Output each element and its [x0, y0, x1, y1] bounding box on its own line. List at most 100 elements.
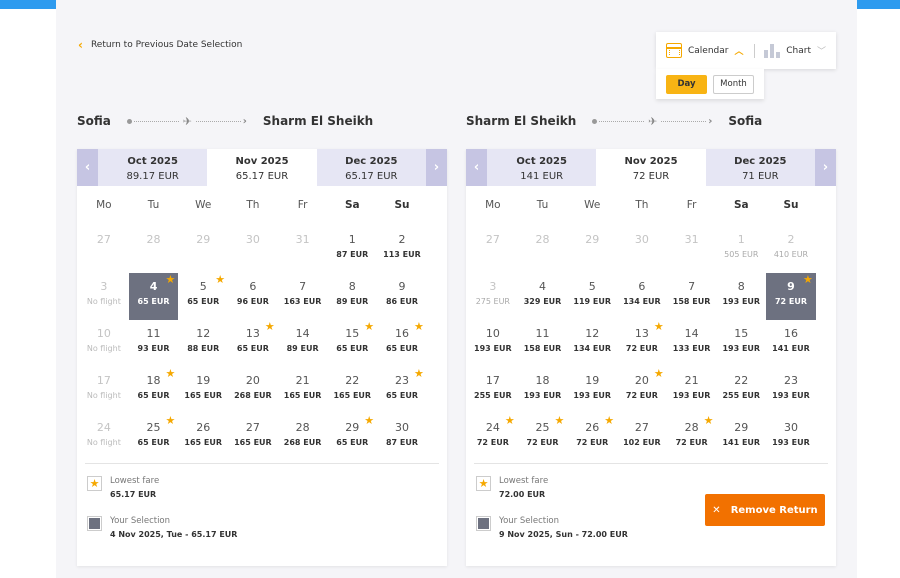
day-cell[interactable]: 13 65 EUR ★	[228, 320, 278, 367]
day-cell[interactable]: 12 134 EUR	[567, 320, 617, 367]
weekday-label: We	[584, 199, 601, 211]
day-cell[interactable]: 10 193 EUR	[468, 320, 518, 367]
day-number: 5	[588, 280, 596, 293]
month-tab[interactable]: Dec 2025 71 EUR	[705, 149, 815, 186]
day-price: 163 EUR	[283, 297, 322, 306]
prev-month-arrow-icon[interactable]: ‹	[466, 149, 487, 186]
day-cell[interactable]: 29 141 EUR	[716, 414, 766, 461]
day-cell[interactable]: 13 72 EUR ★	[617, 320, 667, 367]
day-cell[interactable]: 16 141 EUR	[766, 320, 816, 367]
day-price: 87 EUR	[385, 438, 418, 447]
chart-view-toggle[interactable]: Chart ﹀	[764, 43, 826, 58]
day-cell[interactable]: 17 255 EUR	[468, 367, 518, 414]
day-cell[interactable]: 15 193 EUR	[716, 320, 766, 367]
outbound-destination: Sharm El Sheikh	[262, 114, 374, 128]
day-cell-selected[interactable]: 4 65 EUR ★	[128, 273, 179, 320]
month-tab[interactable]: Dec 2025 65.17 EUR	[316, 149, 426, 186]
day-price: 72 EUR	[625, 344, 658, 353]
day-cell[interactable]: 18 193 EUR	[518, 367, 568, 414]
day-cell[interactable]: 29 65 EUR ★	[327, 414, 377, 461]
day-cell[interactable]: 6 96 EUR	[228, 273, 278, 320]
day-cell[interactable]: 14 133 EUR	[667, 320, 717, 367]
month-tab[interactable]: Oct 2025 141 EUR	[487, 149, 597, 186]
day-number: 14	[295, 327, 310, 340]
day-number: 7	[299, 280, 307, 293]
day-cell[interactable]: 8 89 EUR	[327, 273, 377, 320]
day-cell[interactable]: 6 134 EUR	[617, 273, 667, 320]
day-cell[interactable]: 1 87 EUR	[327, 226, 377, 273]
day-cell[interactable]: 20 268 EUR	[228, 367, 278, 414]
day-cell[interactable]: 5 119 EUR	[567, 273, 617, 320]
day-button[interactable]: Day	[666, 74, 707, 94]
month-tab-active[interactable]: Nov 2025 72 EUR	[596, 149, 706, 186]
return-destination: Sofia	[728, 114, 763, 128]
day-cell[interactable]: 4 329 EUR	[518, 273, 568, 320]
day-cell[interactable]: 8 193 EUR	[716, 273, 766, 320]
weekday-label: Sa	[733, 199, 749, 211]
day-cell[interactable]: 30 193 EUR	[766, 414, 816, 461]
month-tab-active[interactable]: Nov 2025 65.17 EUR	[207, 149, 317, 186]
month-tab[interactable]: Oct 2025 89.17 EUR	[98, 149, 208, 186]
legend-lowest-fare: ★ Lowest fare 72.00 EUR	[476, 476, 548, 499]
day-cell[interactable]: 26 165 EUR	[178, 414, 228, 461]
day-cell[interactable]: 25 65 EUR ★	[129, 414, 179, 461]
day-cell[interactable]: 20 72 EUR ★	[617, 367, 667, 414]
remove-return-label: Remove Return	[730, 504, 818, 516]
day-cell[interactable]: 16 65 EUR ★	[377, 320, 427, 367]
plane-icon: ✈	[648, 114, 658, 128]
day-cell[interactable]: 12 88 EUR	[178, 320, 228, 367]
legend-value: 9 Nov 2025, Sun - 72.00 EUR	[499, 530, 628, 539]
day-number: 12	[196, 327, 211, 340]
star-icon: ★	[653, 367, 664, 380]
day-number: 7	[688, 280, 696, 293]
day-number: 6	[638, 280, 646, 293]
day-price: 72 EUR	[526, 438, 559, 447]
remove-return-button[interactable]: ✕ Remove Return	[705, 494, 825, 526]
day-cell[interactable]: 23 193 EUR	[766, 367, 816, 414]
calendar-view-toggle[interactable]: Calendar ︿	[666, 43, 744, 58]
day-cell[interactable]: 21 165 EUR	[278, 367, 328, 414]
day-cell[interactable]: 11 158 EUR	[518, 320, 568, 367]
day-cell[interactable]: 21 193 EUR	[667, 367, 717, 414]
day-cell[interactable]: 9 86 EUR	[377, 273, 427, 320]
day-cell: 17 No flight	[79, 367, 129, 414]
next-month-arrow-icon[interactable]: ›	[425, 149, 447, 186]
day-price: 119 EUR	[573, 297, 612, 306]
day-cell[interactable]: 28 268 EUR	[278, 414, 328, 461]
day-price: 165 EUR	[184, 391, 223, 400]
day-number: 30	[783, 421, 798, 434]
day-cell[interactable]: 28 72 EUR ★	[667, 414, 717, 461]
day-cell[interactable]: 25 72 EUR ★	[518, 414, 568, 461]
day-cell[interactable]: 27 102 EUR	[617, 414, 667, 461]
month-button[interactable]: Month	[713, 74, 754, 94]
day-cell[interactable]: 24 72 EUR ★	[468, 414, 518, 461]
day-price: 255 EUR	[474, 391, 512, 400]
prev-month-arrow-icon[interactable]: ‹	[77, 149, 98, 186]
return-to-previous-link[interactable]: ‹ Return to Previous Date Selection	[78, 39, 242, 51]
day-cell[interactable]: 5 65 EUR ★	[178, 273, 228, 320]
day-cell[interactable]: 18 65 EUR ★	[129, 367, 179, 414]
day-number: 26	[196, 421, 211, 434]
day-cell[interactable]: 19 165 EUR	[178, 367, 228, 414]
day-price: 65 EUR	[336, 344, 369, 353]
day-price: 65 EUR	[336, 438, 369, 447]
day-cell[interactable]: 7 163 EUR	[278, 273, 328, 320]
day-cell[interactable]: 23 65 EUR ★	[377, 367, 427, 414]
day-cell[interactable]: 14 89 EUR	[278, 320, 328, 367]
day-cell[interactable]: 19 193 EUR	[567, 367, 617, 414]
day-cell[interactable]: 7 158 EUR	[667, 273, 717, 320]
day-cell[interactable]: 22 165 EUR	[327, 367, 377, 414]
day-cell[interactable]: 22 255 EUR	[716, 367, 766, 414]
day-price: 134 EUR	[623, 297, 661, 306]
day-price: 193 EUR	[523, 391, 562, 400]
day-grid: 27 28 29 30 31 1 505 EUR 2 410 EUR 3 275 EUR 4 329 E…	[466, 226, 836, 461]
day-cell[interactable]: 27 165 EUR	[228, 414, 278, 461]
day-cell[interactable]: 11 93 EUR	[129, 320, 179, 367]
day-cell-selected[interactable]: 9 72 EUR ★	[766, 273, 816, 320]
next-month-arrow-icon[interactable]: ›	[814, 149, 836, 186]
day-cell[interactable]: 30 87 EUR	[377, 414, 427, 461]
day-number: 18	[535, 374, 550, 387]
day-cell[interactable]: 15 65 EUR ★	[327, 320, 377, 367]
day-cell[interactable]: 26 72 EUR ★	[567, 414, 617, 461]
day-cell[interactable]: 2 113 EUR	[377, 226, 427, 273]
